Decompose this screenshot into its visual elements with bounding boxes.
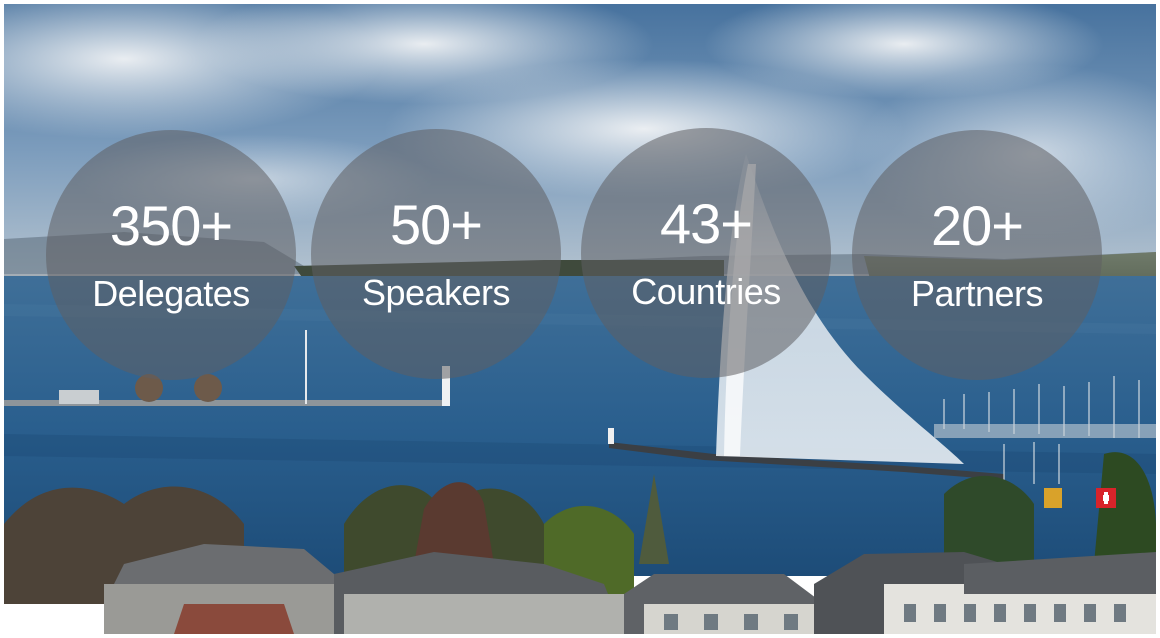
stat-countries: 43+ Countries xyxy=(581,128,831,378)
stat-speakers: 50+ Speakers xyxy=(311,129,561,379)
stat-label: Delegates xyxy=(92,273,250,314)
stat-value: 350+ xyxy=(109,194,233,257)
stat-value: 50+ xyxy=(390,193,483,256)
stat-delegates: 350+ Delegates xyxy=(46,130,296,380)
stat-label: Speakers xyxy=(361,272,511,313)
stat-partners: 20+ Partners xyxy=(852,130,1102,380)
stat-label: Partners xyxy=(910,273,1044,314)
stat-value: 20+ xyxy=(931,194,1024,257)
hero-banner: 350+ Delegates 50+ Speakers 43+ Countrie… xyxy=(4,4,1156,634)
stat-label: Countries xyxy=(631,271,781,312)
stat-value: 43+ xyxy=(660,192,753,255)
